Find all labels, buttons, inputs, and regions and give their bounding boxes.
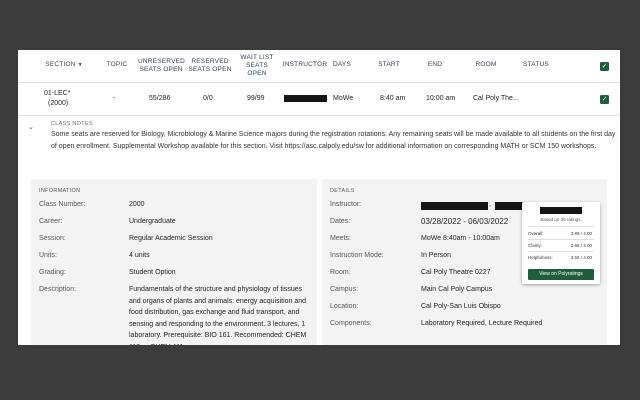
header-waitlist-line2: SEATS [246,62,268,69]
waitlist-seats: 99/99 [247,95,265,102]
room-label: Room: [330,269,351,276]
instruction-mode-label: Instruction Mode: [330,252,384,259]
dates-value: 03/28/2022 - 06/03/2022 [421,217,509,226]
header-waitlist: WAIT LIST SEATS OPEN [238,54,276,78]
header-days: DAYS [332,61,352,68]
instructor-redacted [284,95,327,102]
section-checkbox[interactable]: ✓ [600,95,609,104]
details-title: DETAILS [330,188,355,194]
header-section[interactable]: SECTION ▼ [44,61,84,69]
class-search-panel: SECTION ▼ TOPIC UNRESERVED SEATS OPEN RE… [18,50,620,345]
header-reserved-line2: SEATS OPEN [188,66,232,73]
overall-rating-row: Overall: 3.89 / 4.00 [528,231,592,236]
room-full-value: Cal Poly Theatre 0227 [421,269,491,276]
header-waitlist-line1: WAIT LIST [240,54,274,61]
units-label: Units: [39,252,57,259]
header-start: START [378,61,400,68]
collapse-chevron-icon[interactable]: ⌄ [28,123,34,131]
days-value: MoWe [333,95,354,102]
instructor-separator: , [489,201,491,208]
unreserved-seats: 55/286 [149,95,171,102]
helpfulness-label: Helpfulness: [528,255,553,260]
start-time: 8:40 am [380,95,406,102]
header-end: END [427,61,443,68]
grading-value: Student Option [129,269,176,276]
instructor-name-redacted [421,202,488,210]
sort-down-icon[interactable]: ▼ [78,62,83,68]
helpfulness-value: 3.56 / 4.00 [570,255,592,260]
section-row[interactable]: 01-LEC* (2000) - 55/286 0/0 99/99 MoWe 8… [18,83,620,116]
description-value: Fundamentals of the structure and physio… [129,286,307,345]
popup-divider [528,226,594,227]
room-value: Cal Poly The... [473,95,519,102]
components-label: Components: [330,320,372,327]
meets-value: MoWe 8:40am - 10:00am [421,235,500,242]
view-on-polyratings-button[interactable]: View on Polyratings [528,269,594,280]
information-box: INFORMATION Class Number: 2000 Career: U… [31,179,317,345]
header-section-label: SECTION [45,61,76,68]
instruction-mode-value: In Person [421,252,451,259]
reserved-seats: 0/0 [203,95,213,102]
clarity-label: Clarity: [528,243,543,248]
popup-divider [528,239,594,240]
dates-label: Dates: [330,218,351,225]
ratings-count: Based on 35 ratings. [540,217,582,222]
header-topic: TOPIC [106,61,128,68]
header-room: ROOM [475,61,497,68]
topic-value: - [113,95,116,102]
information-title: INFORMATION [39,188,81,194]
clarity-value: 3.68 / 4.00 [570,243,592,248]
location-label: Location: [330,303,359,310]
career-label: Career: [39,218,63,225]
units-value: 4 units [129,252,150,259]
helpfulness-rating-row: Helpfulness: 3.56 / 4.00 [528,255,592,260]
location-value: Cal Poly-San Luis Obispo [421,303,501,310]
components-value: Laboratory Required, Lecture Required [421,320,543,327]
overall-label: Overall: [528,231,544,236]
grading-label: Grading: [39,269,66,276]
clarity-rating-row: Clarity: 3.68 / 4.00 [528,243,592,248]
header-reserved: RESERVED SEATS OPEN [188,58,232,74]
description-label: Description: [39,286,76,293]
results-table-header: SECTION ▼ TOPIC UNRESERVED SEATS OPEN RE… [18,50,620,83]
class-id: (2000) [48,100,69,107]
campus-value: Main Cal Poly Campus [421,286,493,293]
session-label: Session: [39,235,66,242]
session-value: Regular Academic Session [129,235,213,242]
section-code: 01-LEC* [44,90,71,97]
header-instructor: INSTRUCTOR [282,61,328,68]
career-value: Undergraduate [129,218,176,225]
instructor-label: Instructor: [330,201,362,208]
select-all-checkbox[interactable]: ✓ [600,62,609,71]
class-number-label: Class Number: [39,201,86,208]
header-status: STATUS [523,61,549,68]
header-unreserved-line1: UNRESERVED [138,58,186,65]
header-unreserved: UNRESERVED SEATS OPEN [138,58,186,74]
popup-divider [528,251,594,252]
class-number-value: 2000 [129,201,145,208]
meets-label: Meets: [330,235,352,242]
end-time: 10:00 am [426,95,456,102]
campus-label: Campus: [330,286,359,293]
header-reserved-line1: RESERVED [191,58,229,65]
header-waitlist-line3: OPEN [247,70,267,77]
class-notes-label: CLASS NOTES [51,121,93,127]
class-notes-text: Some seats are reserved for Biology, Mic… [51,131,616,150]
professor-name-redacted [540,207,582,214]
polyratings-popup: Based on 35 ratings. Overall: 3.89 / 4.0… [522,202,600,284]
overall-value: 3.89 / 4.00 [570,231,592,236]
header-unreserved-line2: SEATS OPEN [139,66,183,73]
